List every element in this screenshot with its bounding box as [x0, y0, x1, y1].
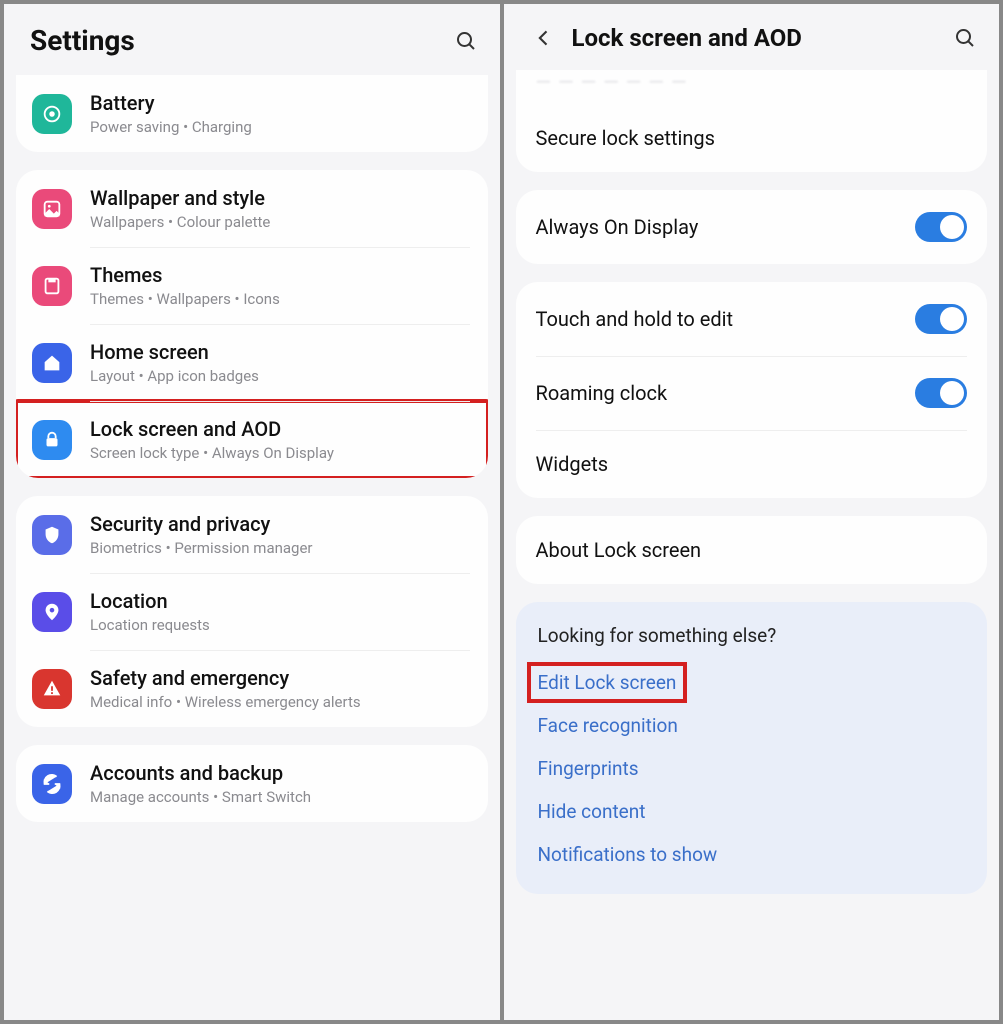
- settings-list: Battery Power saving • Charging Wallpaper …: [4, 75, 500, 1020]
- row-title: Wallpaper and style: [90, 186, 470, 210]
- settings-item-widgets[interactable]: Widgets: [516, 430, 988, 498]
- row-subtitle: Screen lock type • Always On Display: [90, 444, 470, 462]
- settings-item-home[interactable]: Home screen Layout • App icon badges: [16, 324, 488, 401]
- toggle-switch[interactable]: [915, 378, 967, 408]
- suggestion-link-face[interactable]: Face recognition: [538, 704, 966, 747]
- back-button[interactable]: [530, 24, 558, 52]
- row-subtitle: Themes • Wallpapers • Icons: [90, 290, 470, 308]
- page-title: Lock screen and AOD: [572, 24, 938, 52]
- row-title: Location: [90, 589, 470, 613]
- settings-group: About Lock screen: [516, 516, 988, 584]
- lockscreen-list: — — — — — — — Secure lock settings Always …: [504, 70, 1000, 1020]
- alert-icon: [32, 669, 72, 709]
- row-subtitle: Wallpapers • Colour palette: [90, 213, 470, 231]
- row-text: Location Location requests: [90, 589, 470, 634]
- settings-item-accounts[interactable]: Accounts and backup Manage accounts • Sma…: [16, 745, 488, 822]
- suggestion-link-editlock[interactable]: Edit Lock screen: [530, 665, 685, 700]
- row-title: Themes: [90, 263, 470, 287]
- settings-item-security[interactable]: Security and privacy Biometrics • Permiss…: [16, 496, 488, 573]
- settings-header: Settings: [4, 4, 500, 75]
- row-title: About Lock screen: [536, 538, 968, 562]
- row-title: Accounts and backup: [90, 761, 470, 785]
- suggestion-link-finger[interactable]: Fingerprints: [538, 747, 966, 790]
- row-text: Themes Themes • Wallpapers • Icons: [90, 263, 470, 308]
- row-title: Security and privacy: [90, 512, 470, 536]
- themes-icon: [32, 266, 72, 306]
- row-subtitle: Location requests: [90, 616, 470, 634]
- row-title: Secure lock settings: [536, 126, 968, 150]
- chevron-left-icon: [534, 28, 554, 48]
- row-text: Wallpaper and style Wallpapers • Colour p…: [90, 186, 470, 231]
- settings-item-securelock[interactable]: Secure lock settings: [516, 104, 988, 172]
- search-button[interactable]: [951, 24, 979, 52]
- row-title: Safety and emergency: [90, 666, 470, 690]
- scroll-cutoff: — — — — — — —: [516, 70, 988, 104]
- home-icon: [32, 343, 72, 383]
- settings-item-wallpaper[interactable]: Wallpaper and style Wallpapers • Colour p…: [16, 170, 488, 247]
- sync-icon: [32, 764, 72, 804]
- row-text: Safety and emergency Medical info • Wirel…: [90, 666, 470, 711]
- row-title: Always On Display: [536, 215, 902, 239]
- wallpaper-icon: [32, 189, 72, 229]
- row-subtitle: Manage accounts • Smart Switch: [90, 788, 470, 806]
- settings-group: Touch and hold to edit Roaming clock Widge…: [516, 282, 988, 498]
- row-text: Accounts and backup Manage accounts • Sma…: [90, 761, 470, 806]
- settings-item-safety[interactable]: Safety and emergency Medical info • Wirel…: [16, 650, 488, 727]
- row-text: Lock screen and AOD Screen lock type • Al…: [90, 417, 470, 462]
- row-text: Home screen Layout • App icon badges: [90, 340, 470, 385]
- row-subtitle: Medical info • Wireless emergency alerts: [90, 693, 470, 711]
- settings-item-battery[interactable]: Battery Power saving • Charging: [16, 75, 488, 152]
- settings-group: Always On Display: [516, 190, 988, 264]
- toggle-switch[interactable]: [915, 212, 967, 242]
- settings-group: Accounts and backup Manage accounts • Sma…: [16, 745, 488, 822]
- row-title: Touch and hold to edit: [536, 307, 902, 331]
- settings-group: — — — — — — — Secure lock settings: [516, 70, 988, 172]
- suggestion-link-notif[interactable]: Notifications to show: [538, 833, 966, 876]
- row-subtitle: Power saving • Charging: [90, 118, 470, 136]
- toggle-switch[interactable]: [915, 304, 967, 334]
- page-title: Settings: [30, 24, 438, 57]
- settings-item-about[interactable]: About Lock screen: [516, 516, 988, 584]
- row-text: Battery Power saving • Charging: [90, 91, 470, 136]
- suggestions-card: Looking for something else? Edit Lock scr…: [516, 602, 988, 894]
- settings-item-location[interactable]: Location Location requests: [16, 573, 488, 650]
- settings-group: Battery Power saving • Charging: [16, 75, 488, 152]
- settings-group: Security and privacy Biometrics • Permiss…: [16, 496, 488, 727]
- shield-icon: [32, 515, 72, 555]
- settings-item-roaming[interactable]: Roaming clock: [516, 356, 988, 430]
- search-button[interactable]: [452, 27, 480, 55]
- suggestions-heading: Looking for something else?: [538, 624, 966, 647]
- settings-item-touchhold[interactable]: Touch and hold to edit: [516, 282, 988, 356]
- battery-icon: [32, 94, 72, 134]
- row-subtitle: Layout • App icon badges: [90, 367, 470, 385]
- settings-item-themes[interactable]: Themes Themes • Wallpapers • Icons: [16, 247, 488, 324]
- row-title: Lock screen and AOD: [90, 417, 470, 441]
- settings-group: Wallpaper and style Wallpapers • Colour p…: [16, 170, 488, 478]
- row-title: Widgets: [536, 452, 968, 476]
- location-icon: [32, 592, 72, 632]
- settings-item-aod[interactable]: Always On Display: [516, 190, 988, 264]
- row-subtitle: Biometrics • Permission manager: [90, 539, 470, 557]
- settings-pane: Settings Battery Power saving • Charging W…: [4, 4, 500, 1020]
- row-title: Battery: [90, 91, 470, 115]
- suggestion-link-hide[interactable]: Hide content: [538, 790, 966, 833]
- search-icon: [454, 29, 478, 53]
- search-icon: [953, 26, 977, 50]
- row-title: Home screen: [90, 340, 470, 364]
- lockscreen-pane: Lock screen and AOD — — — — — — — Secure …: [504, 4, 1000, 1020]
- settings-item-lockscreen[interactable]: Lock screen and AOD Screen lock type • Al…: [16, 401, 488, 478]
- lockscreen-header: Lock screen and AOD: [504, 4, 1000, 70]
- lock-icon: [32, 420, 72, 460]
- row-text: Security and privacy Biometrics • Permiss…: [90, 512, 470, 557]
- row-title: Roaming clock: [536, 381, 902, 405]
